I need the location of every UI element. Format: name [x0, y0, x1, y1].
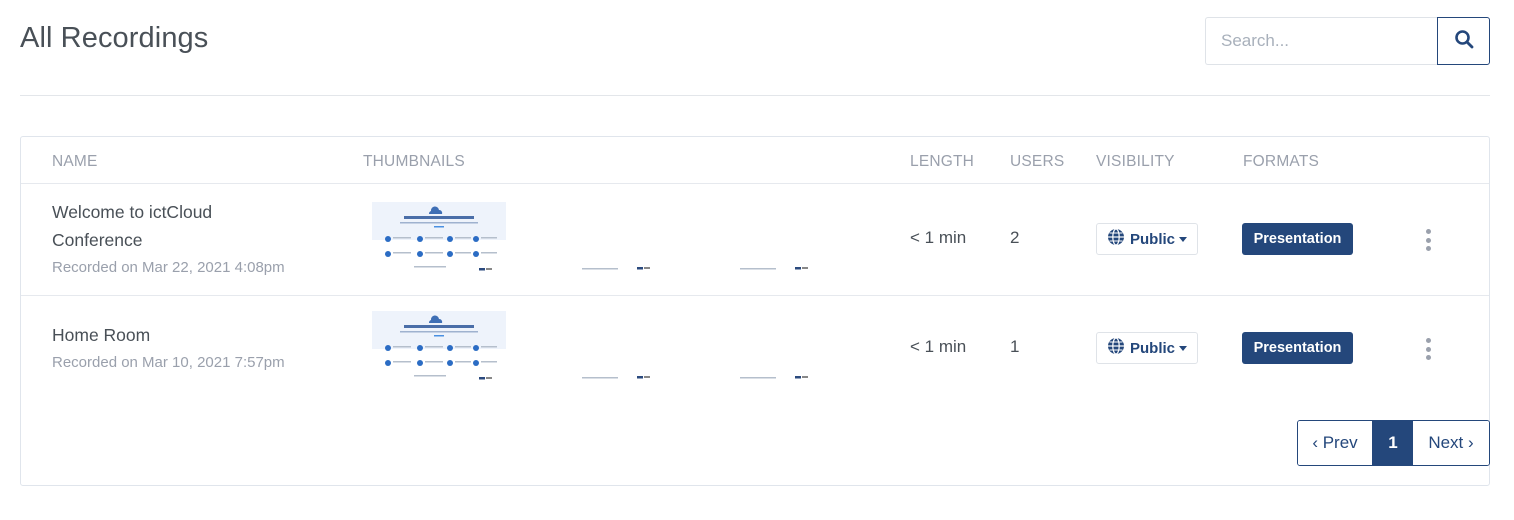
recording-thumbnail[interactable]: [372, 202, 506, 274]
column-header-name: Name: [52, 153, 98, 170]
more-options-icon[interactable]: [1423, 338, 1433, 360]
caret-down-icon: [1179, 345, 1188, 351]
column-header-formats: Formats: [1243, 153, 1320, 170]
recording-date: Recorded on Mar 10, 2021 7:57pm: [52, 354, 285, 371]
search-icon: [1454, 29, 1474, 54]
visibility-label: Public: [1130, 339, 1176, 357]
recording-name[interactable]: Home Room: [52, 321, 292, 349]
visibility-dropdown[interactable]: Public: [1096, 332, 1198, 364]
recording-thumbnail[interactable]: [548, 202, 682, 274]
page-title: All Recordings: [20, 22, 209, 54]
globe-icon: [1107, 228, 1125, 250]
recording-length: < 1 min: [910, 228, 967, 247]
recording-users: 1: [1010, 337, 1020, 356]
presentation-format-button[interactable]: Presentation: [1242, 223, 1353, 255]
recording-thumbnail[interactable]: [706, 311, 840, 383]
table-row: Welcome to ictCloud Conference Recorded …: [21, 184, 1489, 295]
recordings-table: Name Thumbnails Length Users Visibility …: [20, 136, 1490, 486]
column-header-users: Users: [1010, 153, 1065, 170]
recording-thumbnail[interactable]: [706, 202, 840, 274]
recording-name[interactable]: Welcome to ictCloud Conference: [52, 198, 292, 254]
search-input[interactable]: [1205, 17, 1437, 65]
recording-thumbnail[interactable]: [372, 311, 506, 383]
recording-users: 2: [1010, 228, 1020, 247]
recording-date: Recorded on Mar 22, 2021 4:08pm: [52, 259, 285, 276]
table-row: Home Room Recorded on Mar 10, 2021 7:57p…: [21, 296, 1489, 406]
recording-thumbnail[interactable]: [548, 311, 682, 383]
search-bar: [1205, 17, 1490, 65]
column-header-length: Length: [910, 153, 975, 170]
prev-page-button[interactable]: ‹ Prev: [1298, 421, 1373, 465]
more-options-icon[interactable]: [1423, 229, 1433, 251]
search-button[interactable]: [1437, 17, 1490, 65]
column-header-visibility: Visibility: [1096, 153, 1175, 170]
recording-length: < 1 min: [910, 337, 967, 356]
presentation-format-button[interactable]: Presentation: [1242, 332, 1353, 364]
next-page-button[interactable]: Next ›: [1413, 421, 1489, 465]
header-divider: [20, 95, 1490, 96]
visibility-dropdown[interactable]: Public: [1096, 223, 1198, 255]
visibility-label: Public: [1130, 230, 1176, 248]
caret-down-icon: [1179, 236, 1188, 242]
column-header-thumbnails: Thumbnails: [363, 153, 465, 170]
globe-icon: [1107, 337, 1125, 359]
page-1-button[interactable]: 1: [1373, 421, 1413, 465]
pagination: ‹ Prev 1 Next ›: [1297, 420, 1490, 466]
